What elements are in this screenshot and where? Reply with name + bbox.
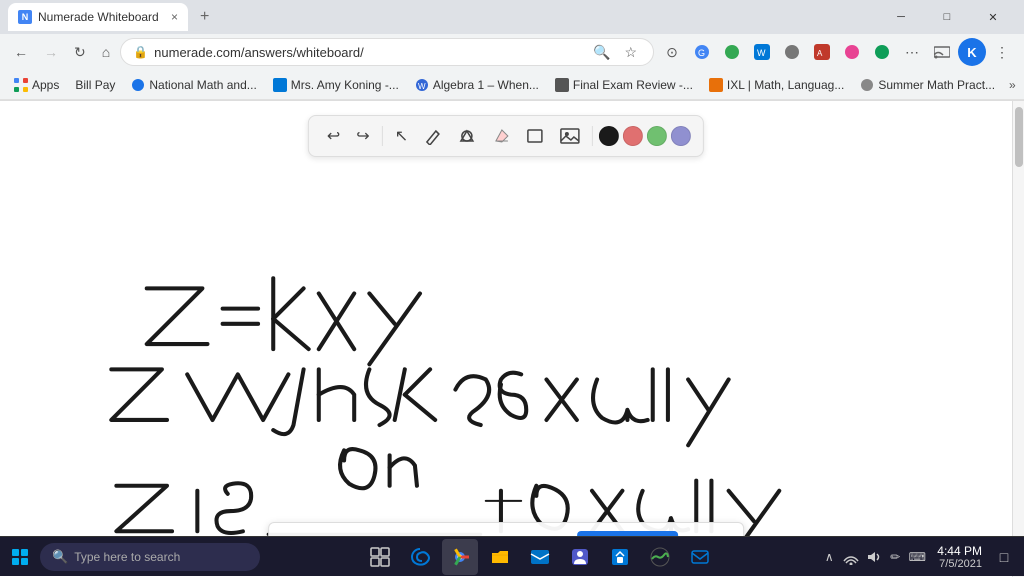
- taskbar-center-icons: [260, 539, 819, 575]
- tab-favicon: N: [18, 10, 32, 24]
- pencil-icon[interactable]: ✏: [885, 547, 905, 567]
- bookmark-national-math[interactable]: National Math and...: [125, 76, 262, 94]
- new-tab-button[interactable]: +: [194, 6, 215, 28]
- bookmark-billpay[interactable]: Bill Pay: [69, 76, 121, 94]
- bookmarks-bar: Apps Bill Pay National Math and... Mrs. …: [0, 70, 1024, 100]
- system-clock[interactable]: 4:44 PM 7/5/2021: [929, 544, 990, 570]
- taskbar-right: ∧ ✏ ⌨ 4:44 PM 7/5/2021 □: [819, 537, 1024, 577]
- address-input[interactable]: 🔒 numerade.com/answers/whiteboard/ 🔍 ☆: [120, 38, 654, 66]
- title-bar-left: N Numerade Whiteboard × +: [8, 3, 215, 31]
- svg-text:A: A: [817, 49, 823, 58]
- windows-icon: [12, 549, 28, 565]
- bookmark-label-5: IXL | Math, Languag...: [727, 78, 844, 92]
- ext-icon-4[interactable]: W: [748, 38, 776, 66]
- mail-icon[interactable]: [682, 539, 718, 575]
- search-icon-btn[interactable]: 🔍: [589, 42, 614, 63]
- refresh-button[interactable]: ↻: [68, 40, 92, 65]
- apps-label: Apps: [32, 78, 59, 92]
- active-tab[interactable]: N Numerade Whiteboard ×: [8, 3, 188, 31]
- equation-z-kxy: [147, 278, 420, 364]
- taskbar-search[interactable]: 🔍 Type here to search: [40, 543, 260, 571]
- whiteboard-svg: [0, 101, 1012, 577]
- bookmark-label-6: Summer Math Pract...: [878, 78, 995, 92]
- title-bar: N Numerade Whiteboard × + ─ □ ✕: [0, 0, 1024, 34]
- taskview-icon[interactable]: [362, 539, 398, 575]
- chrome-icon[interactable]: [442, 539, 478, 575]
- tab-title: Numerade Whiteboard: [38, 10, 159, 24]
- taskbar: 🔍 Type here to search: [0, 536, 1024, 576]
- chevron-up-tray[interactable]: ∧: [819, 547, 839, 567]
- ext-icon-1[interactable]: ⊙: [658, 38, 686, 66]
- edge-icon[interactable]: [402, 539, 438, 575]
- url-text: numerade.com/answers/whiteboard/: [154, 45, 583, 60]
- back-button[interactable]: ←: [8, 40, 34, 64]
- address-bar: ← → ↻ ⌂ 🔒 numerade.com/answers/whiteboar…: [0, 34, 1024, 70]
- ext-icon-3[interactable]: [718, 38, 746, 66]
- maximize-button[interactable]: □: [924, 0, 970, 34]
- cast-icon[interactable]: [928, 38, 956, 66]
- bookmark-algebra[interactable]: W Algebra 1 – When...: [409, 76, 545, 94]
- clock-time: 4:44 PM: [937, 544, 982, 558]
- right-icons: ⊙ G W A ⋯: [658, 38, 1016, 66]
- home-button[interactable]: ⌂: [96, 40, 116, 64]
- ext-icon-6[interactable]: A: [808, 38, 836, 66]
- bookmark-ixl[interactable]: IXL | Math, Languag...: [703, 76, 850, 94]
- teams-icon[interactable]: [562, 539, 598, 575]
- window-controls: ─ □ ✕: [878, 0, 1016, 34]
- close-button[interactable]: ✕: [970, 0, 1016, 34]
- bookmark-label-0: Bill Pay: [75, 78, 115, 92]
- star-icon-btn[interactable]: ☆: [620, 42, 641, 63]
- bookmark-label-1: National Math and...: [149, 78, 256, 92]
- lock-icon: 🔒: [133, 45, 148, 59]
- notification-button[interactable]: □: [992, 537, 1016, 577]
- bookmark-amy-koning[interactable]: Mrs. Amy Koning -...: [267, 76, 405, 94]
- photos-icon[interactable]: [642, 539, 678, 575]
- main-content: ↩ ↪ ↖: [0, 101, 1024, 577]
- svg-text:W: W: [757, 48, 766, 58]
- equation-or: [340, 449, 417, 488]
- outlook-icon[interactable]: [522, 539, 558, 575]
- whiteboard[interactable]: ↩ ↪ ↖: [0, 101, 1012, 577]
- menu-button[interactable]: ⋮: [988, 38, 1016, 66]
- profile-button[interactable]: K: [958, 38, 986, 66]
- search-placeholder-text: Type here to search: [74, 550, 180, 564]
- ext-icon-7[interactable]: [838, 38, 866, 66]
- browser-chrome: N Numerade Whiteboard × + ─ □ ✕ ← → ↻ ⌂ …: [0, 0, 1024, 101]
- bookmark-label-3: Algebra 1 – When...: [433, 78, 539, 92]
- equation-varies: [111, 369, 728, 445]
- ext-icon-2[interactable]: G: [688, 38, 716, 66]
- network-icon[interactable]: [841, 547, 861, 567]
- store-icon[interactable]: [602, 539, 638, 575]
- scrollbar[interactable]: [1012, 101, 1024, 577]
- reading-list-button[interactable]: Reading list: [1020, 70, 1024, 100]
- bookmark-summer-math[interactable]: Summer Math Pract...: [854, 76, 1001, 94]
- svg-text:W: W: [418, 82, 426, 91]
- clock-date: 7/5/2021: [939, 558, 982, 570]
- forward-button[interactable]: →: [38, 40, 64, 64]
- explorer-icon[interactable]: [482, 539, 518, 575]
- more-bookmarks-button[interactable]: »: [1009, 78, 1016, 92]
- bookmark-label-2: Mrs. Amy Koning -...: [291, 78, 399, 92]
- address-icons: 🔍 ☆: [589, 42, 641, 63]
- start-button[interactable]: [0, 537, 40, 577]
- keyboard-icon[interactable]: ⌨: [907, 547, 927, 567]
- volume-icon[interactable]: [863, 547, 883, 567]
- ext-icon-9[interactable]: ⋯: [898, 38, 926, 66]
- bookmark-label-4: Final Exam Review -...: [573, 78, 693, 92]
- scroll-thumb[interactable]: [1015, 107, 1023, 167]
- ext-icon-5[interactable]: [778, 38, 806, 66]
- minimize-button[interactable]: ─: [878, 0, 924, 34]
- tab-close-button[interactable]: ×: [171, 10, 178, 24]
- bookmark-final-exam[interactable]: Final Exam Review -...: [549, 76, 699, 94]
- search-icon: 🔍: [52, 549, 68, 565]
- svg-text:G: G: [698, 48, 705, 58]
- ext-icon-8[interactable]: [868, 38, 896, 66]
- apps-button[interactable]: Apps: [8, 76, 65, 94]
